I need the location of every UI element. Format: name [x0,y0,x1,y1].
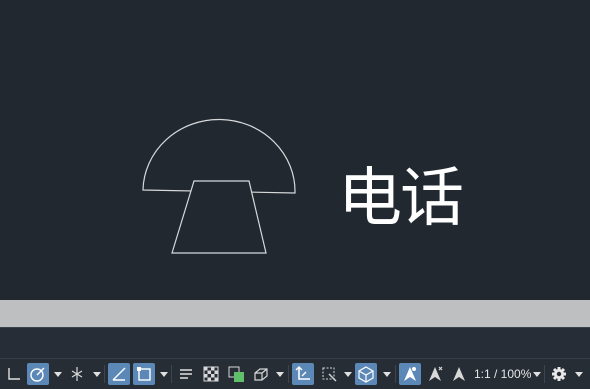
gizmo-icon[interactable] [355,363,377,385]
auto-scale-icon[interactable] [424,363,446,385]
drawing-text[interactable]: 电话 [338,163,464,235]
status-bar: 1:1 / 100% [0,358,590,389]
selection-filter-dropdown[interactable] [343,363,352,385]
command-line-area[interactable] [0,327,590,358]
annotation-scale-dropdown[interactable] [532,363,541,385]
lineweight-icon[interactable] [175,363,197,385]
annotation-scale-icon[interactable] [449,363,469,385]
drawing-canvas[interactable]: 电话 [0,0,590,300]
workspace-dropdown[interactable] [574,363,583,385]
horizontal-scrollbar[interactable] [0,300,590,327]
gizmo-dropdown[interactable] [382,363,391,385]
selection-cycling-icon[interactable] [225,363,247,385]
object-snap-dropdown[interactable] [159,363,168,385]
dynamic-ucs-icon[interactable] [292,363,314,385]
polar-tracking-dropdown[interactable] [53,363,62,385]
annotation-visibility-icon[interactable] [399,363,421,385]
workspace-gear-icon[interactable] [548,363,570,385]
isodraft-icon[interactable] [66,363,88,385]
polar-tracking-icon[interactable] [27,363,49,385]
3d-object-snap-dropdown[interactable] [275,363,284,385]
selection-filter-icon[interactable] [318,363,340,385]
object-snap-tracking-icon[interactable] [133,363,155,385]
phone-drawing [142,118,296,254]
object-snap-icon[interactable] [108,363,130,385]
handset-base [171,180,267,254]
ucs-icon[interactable] [4,363,24,385]
transparency-icon[interactable] [200,363,222,385]
annotation-scale-value[interactable]: 1:1 / 100% [474,363,531,385]
3d-object-snap-icon[interactable] [250,363,272,385]
isodraft-dropdown[interactable] [92,363,101,385]
